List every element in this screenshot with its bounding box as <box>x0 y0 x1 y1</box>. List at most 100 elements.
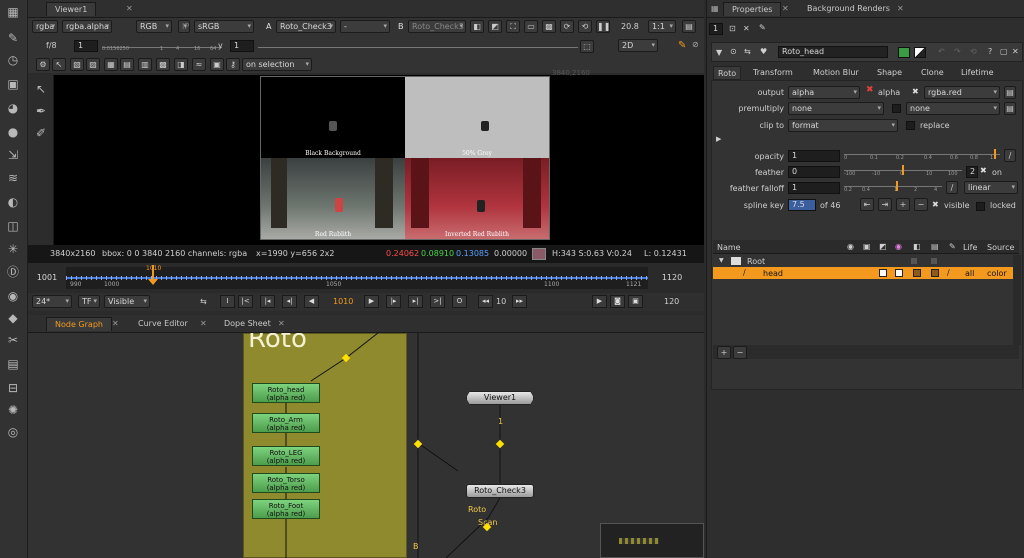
node-name-field[interactable]: Roto_head <box>778 46 888 58</box>
grid-icon[interactable]: ▦ <box>711 4 719 13</box>
mb-chip[interactable] <box>931 269 939 277</box>
play-forward-button[interactable]: ▶ <box>364 295 379 308</box>
increment-field[interactable]: 10 <box>496 297 506 306</box>
roto-node[interactable]: Roto_LEG (alpha red) <box>252 446 320 466</box>
float-icon[interactable]: ⊡ <box>729 24 736 33</box>
first-frame-button[interactable]: I <box>220 295 235 308</box>
copy-icon[interactable]: ⇆ <box>744 47 751 56</box>
tab-properties[interactable]: Properties <box>723 2 782 16</box>
output-options-icon[interactable]: ▤ <box>1004 86 1016 99</box>
viewer-node[interactable]: Viewer1 <box>466 391 534 405</box>
key-icon[interactable]: ⚷ <box>226 58 240 71</box>
mode-h-icon[interactable]: ▣ <box>210 58 224 71</box>
step-forward-button[interactable]: |▸ <box>386 295 401 308</box>
falloff-anim-icon[interactable]: ∕ <box>946 181 958 194</box>
collapse-icon[interactable]: ▼ <box>716 48 722 57</box>
output-ch2-toggle[interactable]: ✖ <box>912 87 919 96</box>
loop-icon[interactable]: ⟲ <box>578 20 592 33</box>
expand-icon[interactable]: ▼ <box>719 257 724 264</box>
falloff-field[interactable]: 1 <box>788 182 840 194</box>
tab-shape[interactable]: Shape <box>873 66 906 80</box>
roto-node[interactable]: Roto_head (alpha red) <box>252 383 320 403</box>
region-icon[interactable]: ⛶ <box>506 20 520 33</box>
mode-f-icon[interactable]: ▩ <box>156 58 170 71</box>
next-inc-button[interactable]: ▸| <box>408 295 423 308</box>
close-icon[interactable]: ✕ <box>200 319 207 328</box>
mode-g-icon[interactable]: ◨ <box>174 58 188 71</box>
falloff-type-dropdown[interactable]: linear <box>964 181 1018 194</box>
tab-dope-sheet[interactable]: Dope Sheet <box>216 317 279 331</box>
view-mode-dropdown[interactable]: 2D <box>618 39 658 52</box>
node-graph-canvas[interactable]: Roto Roto_head (alpha red) Roto_Arm (alpha… <box>28 333 704 558</box>
opacity-field[interactable]: 1 <box>788 150 840 162</box>
row-mb-chip[interactable] <box>931 258 937 264</box>
close-icon[interactable]: ✕ <box>278 319 285 328</box>
list-scrollbar[interactable] <box>1013 255 1021 345</box>
roto-node[interactable]: Roto_Torso (alpha red) <box>252 473 320 493</box>
colorspace-dropdown[interactable]: RGB <box>136 20 172 33</box>
invert-chip[interactable] <box>879 269 887 277</box>
ratio-dropdown[interactable]: 1:1 <box>648 20 676 33</box>
toolsets-icon[interactable]: ⊟ <box>4 380 22 396</box>
close-icon[interactable]: ✕ <box>897 4 904 13</box>
add-button[interactable]: + <box>717 346 731 359</box>
blend-chip[interactable] <box>913 269 921 277</box>
eye-icon[interactable]: ◉ <box>4 288 22 304</box>
input-a-dropdown[interactable]: Roto_Check3 <box>276 20 336 33</box>
tab-node-graph[interactable]: Node Graph <box>46 317 112 331</box>
layers-icon[interactable]: ≋ <box>4 170 22 186</box>
lut-dropdown[interactable]: sRGB <box>194 20 254 33</box>
merge-icon[interactable]: ◐ <box>4 194 22 210</box>
add-key-icon[interactable]: + <box>896 198 910 211</box>
pause-icon[interactable]: ❚❚ <box>596 20 610 33</box>
gamma-field[interactable]: 1 <box>230 40 254 52</box>
tag-icon[interactable]: ◆ <box>4 310 22 326</box>
clipto-dropdown[interactable]: format <box>788 119 898 132</box>
visible-toggle[interactable]: ✖ <box>932 200 939 209</box>
roi-select-icon[interactable]: ⬚ <box>580 40 594 53</box>
particles-icon[interactable]: ✳ <box>4 241 22 257</box>
bezier-tool-icon[interactable]: ✒ <box>32 103 50 119</box>
opacity-handle[interactable] <box>994 149 996 159</box>
roi-icon[interactable]: ▭ <box>524 20 538 33</box>
transform-icon[interactable]: ⇲ <box>4 147 22 163</box>
edit-icon[interactable]: ✎ <box>759 23 766 32</box>
gamma-slider[interactable] <box>258 47 578 48</box>
pen-tool-icon[interactable]: ✐ <box>32 125 50 141</box>
feather-extra-field[interactable]: 2 <box>966 166 978 178</box>
flipbook-icon[interactable]: ▶ <box>592 295 607 308</box>
premultiply-checkbox[interactable] <box>892 104 901 113</box>
proxy-icon[interactable]: ▩ <box>542 20 556 33</box>
ip-button[interactable]: IP <box>178 20 190 33</box>
tf-dropdown[interactable]: TF <box>78 295 100 308</box>
tab-clone[interactable]: Clone <box>917 66 948 80</box>
color-icon[interactable]: ▣ <box>4 76 22 92</box>
end-frame-field[interactable]: 120 <box>664 297 679 306</box>
timeline-track[interactable]: 1010 990 1000 1050 1100 1121 <box>66 265 648 289</box>
close-icon[interactable]: ✕ <box>112 319 119 328</box>
tab-roto[interactable]: Roto <box>713 66 742 80</box>
feather-icon[interactable]: ≈ <box>192 58 206 71</box>
skip-forward-button[interactable]: ▸▸ <box>512 295 527 308</box>
step-back-button[interactable]: ◂| <box>282 295 297 308</box>
help-question-icon[interactable]: ? <box>988 47 992 56</box>
close-panel-icon[interactable]: ✕ <box>1012 47 1019 56</box>
channels-dropdown[interactable]: rgba <box>32 20 58 33</box>
locked-checkbox[interactable] <box>976 202 985 211</box>
color-chip[interactable] <box>895 269 903 277</box>
tab-viewer1[interactable]: Viewer1 <box>46 2 97 16</box>
next-key-icon[interactable]: ⇥ <box>878 198 892 211</box>
gain-field[interactable]: 1 <box>74 40 98 52</box>
expand-arrow-icon[interactable]: ▶ <box>716 135 721 143</box>
roto-node[interactable]: Roto_Arm (alpha red) <box>252 413 320 433</box>
falloff-slider[interactable]: 0.2 0.4 1 2 4 <box>844 179 942 193</box>
navigator-minimap[interactable] <box>600 523 704 558</box>
paint-icon[interactable]: ✎ <box>4 30 22 46</box>
float-panel-icon[interactable]: ▢ <box>1000 47 1008 56</box>
pin-icon[interactable]: ⊘ <box>692 40 699 49</box>
visible-dropdown[interactable]: Visible <box>104 295 150 308</box>
feather-on-toggle[interactable]: ✖ <box>980 166 987 175</box>
furnace-icon[interactable]: ✺ <box>4 402 22 418</box>
skip-back-button[interactable]: ◂◂ <box>478 295 493 308</box>
start-frame[interactable]: 1001 <box>32 273 62 285</box>
